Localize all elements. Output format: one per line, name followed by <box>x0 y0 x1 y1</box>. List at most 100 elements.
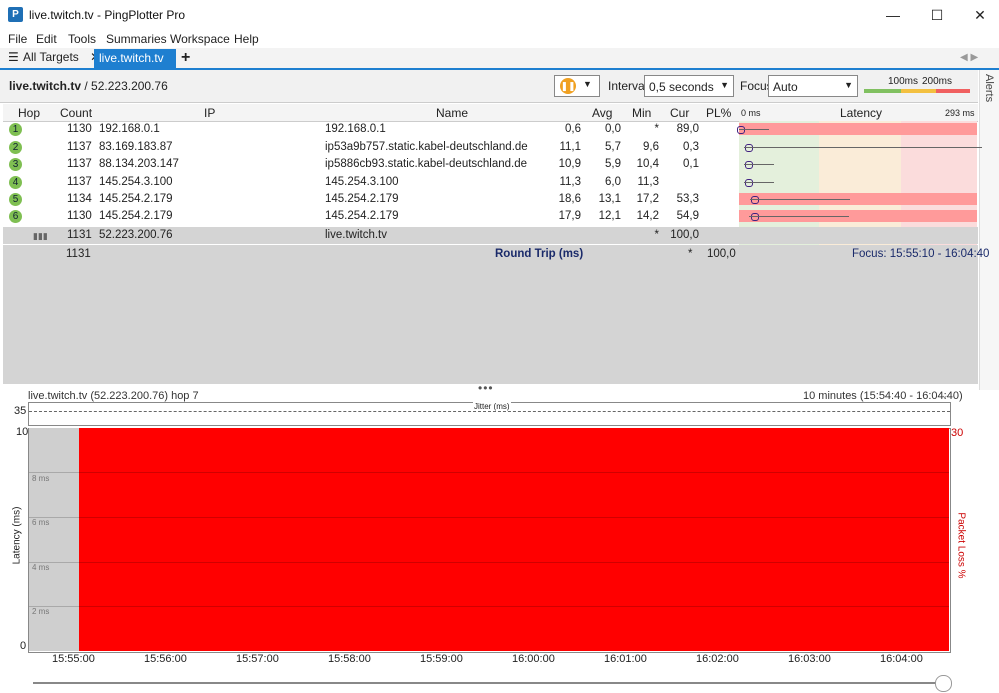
table-row[interactable]: ▮▮▮ 1131 52.223.200.76 live.twitch.tv * 100,0 <box>3 227 978 244</box>
name-cell: ip53a9b757.static.kabel-deutschland.de <box>325 141 528 153</box>
col-pl[interactable]: PL% <box>706 106 731 120</box>
x-tick-label: 15:57:00 <box>236 653 279 665</box>
cur-cell: 14,2 <box>636 210 659 222</box>
tab-live-twitch[interactable]: live.twitch.tv ✔ <box>94 49 176 84</box>
table-row[interactable]: 1 1130 192.168.0.1 192.168.0.1 0,6 0,0 * 89,0 <box>3 121 739 138</box>
jitter-max: 35 <box>14 405 27 417</box>
right-axis-label: Packet Loss % <box>955 512 967 579</box>
menu-help[interactable]: Help <box>234 32 259 46</box>
latency-range-line <box>749 199 850 200</box>
grid-label-4: 4 ms <box>32 563 50 572</box>
col-hop[interactable]: Hop <box>18 106 40 120</box>
x-tick-label: 16:01:00 <box>604 653 647 665</box>
latency-range-line <box>748 216 849 217</box>
table-row[interactable]: 3 1137 88.134.203.147 ip5886cb93.static.kab… <box>3 156 739 173</box>
name-cell: 192.168.0.1 <box>325 123 386 135</box>
table-row[interactable]: 2 1137 83.169.183.87 ip53a9b757.static.kabe… <box>3 139 739 156</box>
hop-number: 4 <box>9 176 22 189</box>
latency-marker <box>745 179 754 187</box>
pause-button[interactable]: ❚❚ ▼ <box>554 75 600 97</box>
timeline-scroll-thumb[interactable] <box>935 675 952 692</box>
x-tick-label: 15:58:00 <box>328 653 371 665</box>
menu-tools[interactable]: Tools <box>68 32 96 46</box>
latency-marker <box>750 213 759 221</box>
latency-marker <box>744 161 753 169</box>
menu-summaries[interactable]: Summaries <box>106 32 167 46</box>
target-heading: live.twitch.tv / 52.223.200.76 <box>9 79 168 93</box>
summary-label: Round Trip (ms) <box>495 248 584 260</box>
table-row[interactable]: 5 1134 145.254.2.179 145.254.2.179 18,6 13,1 1… <box>3 191 739 208</box>
interval-value: 0,5 seconds <box>649 80 714 94</box>
hop-number: 5 <box>9 193 22 206</box>
name-cell: ip5886cb93.static.kabel-deutschland.de <box>325 158 528 170</box>
graph-range[interactable]: 10 minutes (15:54:40 - 16:04:40) <box>803 390 963 402</box>
trace-empty-area <box>3 245 978 384</box>
add-tab-button[interactable]: + <box>181 49 190 67</box>
ip-cell: 145.254.2.179 <box>99 210 173 222</box>
minimize-button[interactable]: — <box>870 0 916 30</box>
col-cur[interactable]: Cur <box>670 106 689 120</box>
ip-cell: 145.254.2.179 <box>99 193 173 205</box>
splitter-handle[interactable]: ••• <box>478 381 494 395</box>
ip-cell: 83.169.183.87 <box>99 141 173 153</box>
tab-scroll-icon[interactable]: ◀ ▶ <box>960 52 978 63</box>
avg-cell: 18,6 <box>558 193 581 205</box>
count-cell: 1137 <box>67 176 92 188</box>
count-cell: 1134 <box>67 193 92 205</box>
cur-cell: * <box>654 229 659 241</box>
pl-cell: 0,1 <box>683 158 699 170</box>
chevron-down-icon[interactable]: ⌄ <box>941 390 949 401</box>
interval-label: Interval <box>608 79 648 93</box>
col-avg[interactable]: Avg <box>592 106 612 120</box>
ip-cell: 192.168.0.1 <box>99 123 160 135</box>
col-count[interactable]: Count <box>60 106 92 120</box>
grid-label-6: 6 ms <box>32 518 50 527</box>
alerts-panel[interactable]: Alerts <box>979 70 999 390</box>
col-name[interactable]: Name <box>436 106 468 120</box>
col-min[interactable]: Min <box>632 106 651 120</box>
summary-count: 1131 <box>66 248 91 260</box>
summary-pl: 100,0 <box>707 248 736 260</box>
focus-select[interactable]: Auto ▼ <box>768 75 858 97</box>
y-axis-max: 10 <box>16 426 29 438</box>
min-cell: 0,0 <box>605 123 621 135</box>
avg-cell: 11,3 <box>559 176 581 188</box>
table-row[interactable]: 4 1137 145.254.3.100 145.254.3.100 11,3 6,0 11… <box>3 174 739 191</box>
hop-number: 3 <box>9 158 22 171</box>
no-data-region <box>29 428 79 651</box>
pause-icon: ❚❚ <box>560 78 576 94</box>
x-tick-label: 16:04:00 <box>880 653 923 665</box>
col-ip[interactable]: IP <box>204 106 215 120</box>
ip-cell: 145.254.3.100 <box>99 176 173 188</box>
target-ip: / 52.223.200.76 <box>81 79 168 93</box>
interval-select[interactable]: 0,5 seconds ▼ <box>644 75 734 97</box>
latency-range-line <box>743 182 774 183</box>
x-tick-label: 16:00:00 <box>512 653 555 665</box>
latency-marker <box>751 196 760 204</box>
chevron-down-icon[interactable]: ▼ <box>583 79 592 89</box>
maximize-button[interactable]: ☐ <box>914 0 960 30</box>
menu-file[interactable]: File <box>8 32 27 46</box>
cur-cell: 17,2 <box>636 193 659 205</box>
graph-icon[interactable]: ▮▮▮ <box>33 231 48 242</box>
close-button[interactable]: ✕ <box>957 0 999 30</box>
latency-range-line <box>743 147 982 148</box>
pl-cell: 54,9 <box>676 210 699 222</box>
min-cell: 5,7 <box>605 141 621 153</box>
name-cell: 145.254.3.100 <box>325 176 399 188</box>
tab-all-targets[interactable]: ☰All Targets ✕ <box>8 50 100 66</box>
menu-workspace[interactable]: Workspace <box>170 32 230 46</box>
avg-cell: 0,6 <box>565 123 581 135</box>
hop-number: 2 <box>9 141 22 154</box>
name-cell: live.twitch.tv <box>325 229 387 241</box>
ip-cell: 88.134.203.147 <box>99 158 179 170</box>
packet-loss-region <box>79 428 949 651</box>
latency-min-label: 0 ms <box>741 108 761 118</box>
x-tick-label: 15:56:00 <box>144 653 187 665</box>
col-latency[interactable]: Latency <box>840 106 882 120</box>
timeline-scrollbar[interactable] <box>33 682 946 684</box>
table-row[interactable]: 6 1130 145.254.2.179 145.254.2.179 17,9 12,1 1… <box>3 208 739 225</box>
avg-cell: 17,9 <box>558 210 581 222</box>
menu-edit[interactable]: Edit <box>36 32 57 46</box>
pl-cell: 100,0 <box>670 229 699 241</box>
